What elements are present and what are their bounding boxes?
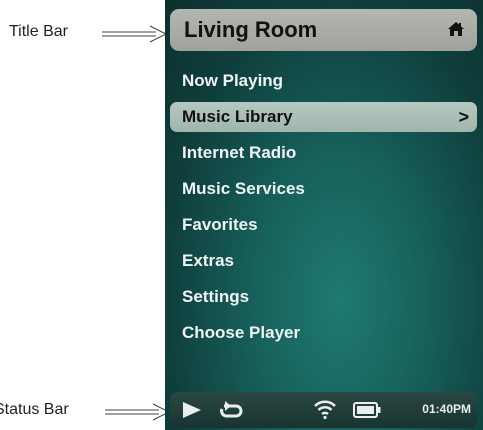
menu-item-label: Music Services xyxy=(182,179,305,198)
status-bar-callout: Status Bar xyxy=(0,401,69,418)
repeat-icon[interactable] xyxy=(218,400,244,420)
wifi-icon xyxy=(314,400,336,420)
chevron-right-icon: > xyxy=(458,107,469,127)
menu-item-now-playing[interactable]: Now Playing xyxy=(170,63,477,99)
menu-item-label: Now Playing xyxy=(182,71,284,90)
title-bar-arrow-icon xyxy=(102,25,168,43)
menu-item-label: Extras xyxy=(182,251,234,270)
menu-item-music-library[interactable]: Music Library > xyxy=(170,102,477,132)
status-bar-arrow-icon xyxy=(105,403,171,421)
menu-item-settings[interactable]: Settings xyxy=(170,279,477,315)
home-icon[interactable] xyxy=(447,21,465,37)
menu-item-internet-radio[interactable]: Internet Radio xyxy=(170,135,477,171)
status-bar: 01:40PM xyxy=(170,392,477,428)
menu-item-favorites[interactable]: Favorites xyxy=(170,207,477,243)
menu-item-label: Internet Radio xyxy=(182,143,297,162)
battery-icon xyxy=(353,402,381,418)
title-bar: Living Room xyxy=(170,9,477,51)
menu-item-music-services[interactable]: Music Services xyxy=(170,171,477,207)
menu-item-extras[interactable]: Extras xyxy=(170,243,477,279)
title-bar-callout: Title Bar xyxy=(9,23,68,40)
device-screen: Living Room Now Playing Music Library > I… xyxy=(165,0,483,430)
menu-item-choose-player[interactable]: Choose Player xyxy=(170,315,477,351)
clock-time: 01:40PM xyxy=(422,402,471,416)
main-menu: Now Playing Music Library > Internet Radi… xyxy=(170,63,477,351)
menu-item-label: Choose Player xyxy=(182,323,301,342)
room-title: Living Room xyxy=(184,17,318,42)
menu-item-label: Favorites xyxy=(182,215,258,234)
menu-item-label: Settings xyxy=(182,287,250,306)
menu-item-label: Music Library xyxy=(182,107,293,126)
play-icon[interactable] xyxy=(182,401,202,419)
